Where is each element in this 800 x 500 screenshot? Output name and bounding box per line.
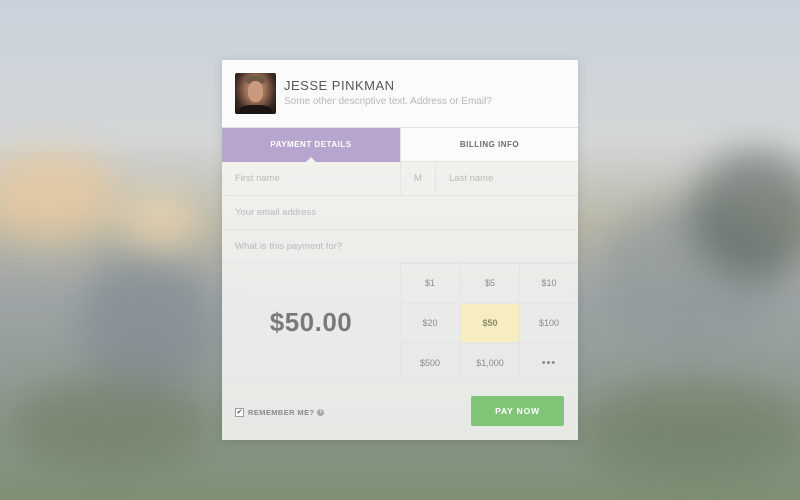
remember-me-toggle[interactable]: ✔ REMEMBER ME? i xyxy=(235,406,325,418)
tab-payment-details[interactable]: PAYMENT DETAILS xyxy=(222,128,400,162)
preset-amount-button-selected[interactable]: $50 xyxy=(460,303,519,342)
amount-display: $50.00 xyxy=(269,307,353,337)
user-name: JESSE PINKMAN xyxy=(284,78,395,93)
avatar-shirt xyxy=(239,105,272,114)
background-blob xyxy=(580,380,800,480)
middle-initial-input[interactable] xyxy=(401,162,436,195)
user-description: Some other descriptive text. Address or … xyxy=(284,96,492,107)
pay-now-button[interactable]: PAY NOW xyxy=(471,396,564,426)
email-input[interactable] xyxy=(222,196,578,229)
first-name-input[interactable] xyxy=(222,162,400,195)
tab-billing-info-label: BILLING INFO xyxy=(459,140,520,149)
background-blob xyxy=(80,250,210,400)
avatar xyxy=(235,73,276,114)
remember-me-checkbox[interactable]: ✔ xyxy=(235,407,244,417)
preset-amount-button[interactable]: $100 xyxy=(519,303,578,342)
avatar-face xyxy=(248,81,263,102)
background-blob xyxy=(0,150,120,240)
preset-amount-button[interactable]: $1,000 xyxy=(460,343,519,382)
background-blob xyxy=(120,190,200,250)
payment-purpose-input[interactable] xyxy=(222,230,578,263)
card-footer: ✔ REMEMBER ME? i PAY NOW xyxy=(222,383,578,440)
amount-presets: $1 $5 $10 $20 $50 $100 $500 $1,000 ••• xyxy=(400,263,578,382)
tab-billing-info[interactable]: BILLING INFO xyxy=(400,128,578,162)
card-header: JESSE PINKMAN Some other descriptive tex… xyxy=(222,60,578,128)
amount-section: $50.00 $1 $5 $10 $20 $50 $100 $500 $1,00… xyxy=(222,263,578,383)
more-amounts-button[interactable]: ••• xyxy=(519,343,578,382)
preset-amount-button[interactable]: $20 xyxy=(400,303,459,342)
preset-amount-button[interactable]: $1 xyxy=(400,263,459,302)
name-row xyxy=(222,162,578,196)
remember-me-label: REMEMBER ME? xyxy=(248,407,315,417)
blurred-background: JESSE PINKMAN Some other descriptive tex… xyxy=(0,0,800,500)
preset-amount-button[interactable]: $5 xyxy=(460,263,519,302)
email-row xyxy=(222,196,578,230)
info-icon[interactable]: i xyxy=(317,408,325,416)
tab-bar: PAYMENT DETAILS BILLING INFO xyxy=(222,128,578,162)
purpose-row xyxy=(222,230,578,263)
tab-payment-details-label: PAYMENT DETAILS xyxy=(270,140,352,149)
preset-amount-button[interactable]: $10 xyxy=(519,263,578,302)
payment-card: JESSE PINKMAN Some other descriptive tex… xyxy=(222,60,578,440)
preset-amount-button[interactable]: $500 xyxy=(400,343,459,382)
last-name-input[interactable] xyxy=(436,162,578,195)
background-blob xyxy=(10,380,210,470)
